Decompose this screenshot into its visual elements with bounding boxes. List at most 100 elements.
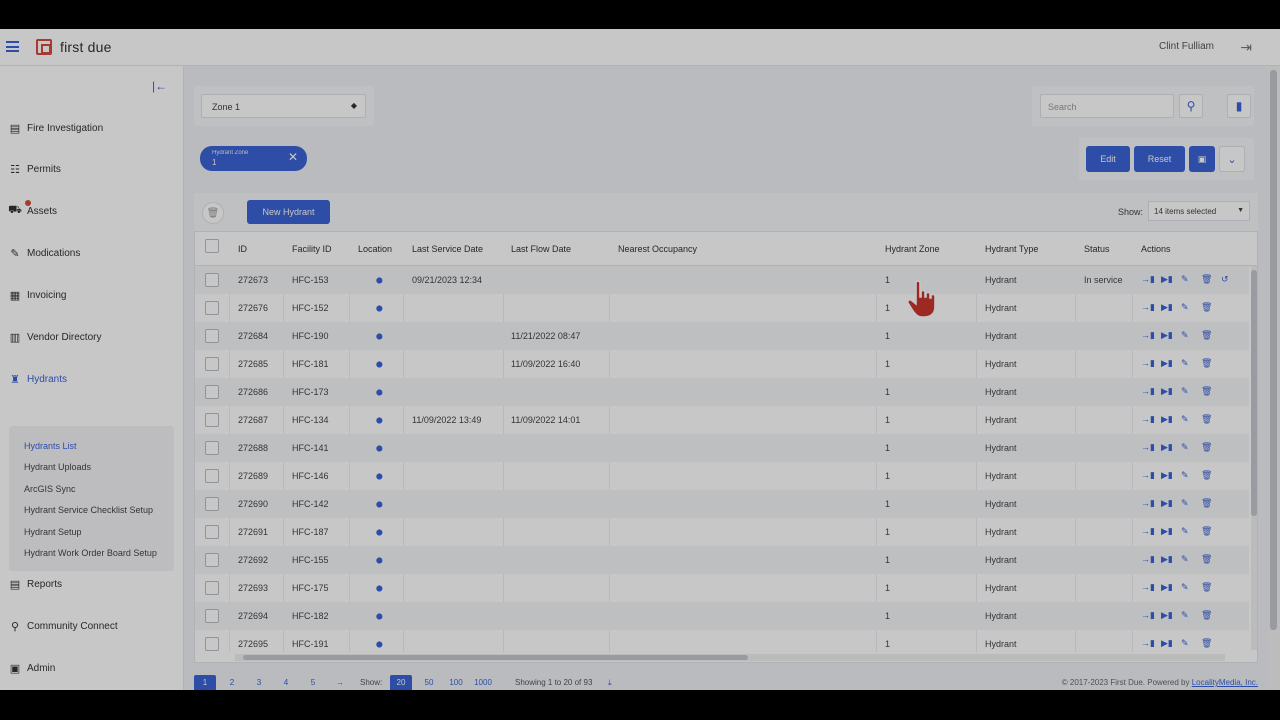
page-1-button[interactable]: 1	[194, 675, 216, 690]
edit-icon[interactable]: ✎	[1181, 414, 1189, 425]
row-checkbox[interactable]	[205, 301, 219, 315]
service-icon[interactable]: →▮	[1141, 554, 1155, 565]
edit-icon[interactable]: ✎	[1181, 358, 1189, 369]
edit-icon[interactable]: ✎	[1181, 470, 1189, 481]
delete-icon[interactable]: 🗑	[1201, 414, 1212, 425]
page-5-button[interactable]: 5	[302, 675, 324, 690]
row-checkbox[interactable]	[205, 273, 219, 287]
map-view-button[interactable]: ▮	[1227, 94, 1251, 118]
subnav-hydrant-service-checklist-setup[interactable]: Hydrant Service Checklist Setup	[24, 505, 153, 515]
edit-icon[interactable]: ✎	[1181, 274, 1189, 285]
scrollbar-thumb[interactable]	[1270, 70, 1277, 630]
zone-select[interactable]: Zone 1 ◆	[201, 94, 366, 118]
flow-test-icon[interactable]: ▶▮	[1161, 442, 1173, 453]
sidebar-item-admin[interactable]: ▣ Admin	[8, 658, 56, 678]
location-pin-icon[interactable]: ⬤	[376, 277, 383, 284]
edit-icon[interactable]: ✎	[1181, 610, 1189, 621]
subnav-hydrant-uploads[interactable]: Hydrant Uploads	[24, 462, 91, 472]
delete-icon[interactable]: 🗑	[1201, 554, 1212, 565]
search-input[interactable]: Search	[1040, 94, 1174, 118]
sidebar-item-assets[interactable]: ⛟ Assets	[8, 200, 57, 221]
row-checkbox[interactable]	[205, 385, 219, 399]
service-icon[interactable]: →▮	[1141, 386, 1155, 397]
history-icon[interactable]: ↺	[1221, 274, 1229, 285]
subnav-hydrant-work-order-board-setup[interactable]: Hydrant Work Order Board Setup	[24, 548, 157, 558]
edit-icon[interactable]: ✎	[1181, 554, 1189, 565]
column-header-facility-id[interactable]: Facility ID	[292, 232, 332, 266]
subnav-arcgis-sync[interactable]: ArcGIS Sync	[24, 484, 76, 494]
edit-icon[interactable]: ✎	[1181, 638, 1189, 649]
location-pin-icon[interactable]: ⬤	[376, 641, 383, 648]
flow-test-icon[interactable]: ▶▮	[1161, 638, 1173, 649]
location-pin-icon[interactable]: ⬤	[376, 333, 383, 340]
edit-button[interactable]: Edit	[1086, 146, 1130, 172]
sidebar-item-vendor-directory[interactable]: ▥ Vendor Directory	[8, 327, 102, 347]
sidebar-item-fire-investigation[interactable]: ▤ Fire Investigation	[8, 118, 103, 138]
page-2-button[interactable]: 2	[221, 675, 243, 690]
column-header-last-flow-date[interactable]: Last Flow Date	[511, 232, 571, 266]
table-row[interactable]: 272687 HFC-134 11/09/2022 13:49 11/09/2022 …	[195, 406, 1249, 434]
location-pin-icon[interactable]: ⬤	[376, 585, 383, 592]
edit-icon[interactable]: ✎	[1181, 582, 1189, 593]
scrollbar-thumb[interactable]	[1251, 270, 1257, 516]
flow-test-icon[interactable]: ▶▮	[1161, 470, 1173, 481]
edit-icon[interactable]: ✎	[1181, 386, 1189, 397]
new-hydrant-button[interactable]: New Hydrant	[247, 200, 330, 224]
row-checkbox[interactable]	[205, 357, 219, 371]
table-row[interactable]: 272673 HFC-153 09/21/2023 12:34 1 Hydrant In …	[195, 266, 1249, 294]
subnav-hydrants-list[interactable]: Hydrants List	[24, 441, 77, 451]
flow-test-icon[interactable]: ▶▮	[1161, 582, 1173, 593]
column-header-id[interactable]: ID	[238, 232, 247, 266]
page-size-100[interactable]: 100	[445, 675, 467, 690]
delete-icon[interactable]: 🗑	[1201, 498, 1212, 509]
page-4-button[interactable]: 4	[275, 675, 297, 690]
delete-icon[interactable]: 🗑	[1201, 638, 1212, 649]
menu-icon[interactable]	[6, 41, 19, 52]
columns-select[interactable]: 14 items selected ▼	[1148, 201, 1250, 221]
flow-test-icon[interactable]: ▶▮	[1161, 498, 1173, 509]
edit-icon[interactable]: ✎	[1181, 330, 1189, 341]
sidebar-item-community-connect[interactable]: ⚲ Community Connect	[8, 616, 118, 636]
flow-test-icon[interactable]: ▶▮	[1161, 554, 1173, 565]
row-checkbox[interactable]	[205, 525, 219, 539]
table-row[interactable]: 272691 HFC-187 1 Hydrant ⬤ →▮ ▶▮ ✎ 🗑	[195, 518, 1249, 546]
location-pin-icon[interactable]: ⬤	[376, 473, 383, 480]
service-icon[interactable]: →▮	[1141, 526, 1155, 537]
service-icon[interactable]: →▮	[1141, 414, 1155, 425]
delete-icon[interactable]: 🗑	[1201, 470, 1212, 481]
location-pin-icon[interactable]: ⬤	[376, 501, 383, 508]
location-pin-icon[interactable]: ⬤	[376, 417, 383, 424]
select-all-checkbox[interactable]	[205, 239, 219, 253]
sidebar-item-invoicing[interactable]: ▦ Invoicing	[8, 285, 67, 305]
locality-media-link[interactable]: LocalityMedia, Inc.	[1192, 678, 1258, 687]
delete-icon[interactable]: 🗑	[1201, 582, 1212, 593]
service-icon[interactable]: →▮	[1141, 330, 1155, 341]
column-header-hydrant-type[interactable]: Hydrant Type	[985, 232, 1038, 266]
table-row[interactable]: 272689 HFC-146 1 Hydrant ⬤ →▮ ▶▮ ✎ 🗑	[195, 462, 1249, 490]
user-name[interactable]: Clint Fulliam	[1159, 41, 1214, 52]
service-icon[interactable]: →▮	[1141, 582, 1155, 593]
close-icon[interactable]: ✕	[288, 150, 298, 164]
row-checkbox[interactable]	[205, 413, 219, 427]
next-page-button[interactable]: →	[329, 675, 351, 690]
logout-icon[interactable]: ⇥	[1240, 39, 1252, 56]
location-pin-icon[interactable]: ⬤	[376, 361, 383, 368]
row-checkbox[interactable]	[205, 329, 219, 343]
page-vertical-scrollbar[interactable]	[1268, 66, 1280, 690]
location-pin-icon[interactable]: ⬤	[376, 557, 383, 564]
flow-test-icon[interactable]: ▶▮	[1161, 386, 1173, 397]
flow-test-icon[interactable]: ▶▮	[1161, 358, 1173, 369]
delete-icon[interactable]: 🗑	[1201, 330, 1212, 341]
flow-test-icon[interactable]: ▶▮	[1161, 302, 1173, 313]
sidebar-item-permits[interactable]: ☷ Permits	[8, 159, 61, 179]
flow-test-icon[interactable]: ▶▮	[1161, 414, 1173, 425]
page-3-button[interactable]: 3	[248, 675, 270, 690]
edit-icon[interactable]: ✎	[1181, 442, 1189, 453]
service-icon[interactable]: →▮	[1141, 274, 1155, 285]
service-icon[interactable]: →▮	[1141, 638, 1155, 649]
service-icon[interactable]: →▮	[1141, 358, 1155, 369]
table-horizontal-scrollbar[interactable]	[235, 654, 1225, 661]
table-row[interactable]: 272694 HFC-182 1 Hydrant ⬤ →▮ ▶▮ ✎ 🗑	[195, 602, 1249, 630]
table-row[interactable]: 272686 HFC-173 1 Hydrant ⬤ →▮ ▶▮ ✎ 🗑	[195, 378, 1249, 406]
row-checkbox[interactable]	[205, 553, 219, 567]
